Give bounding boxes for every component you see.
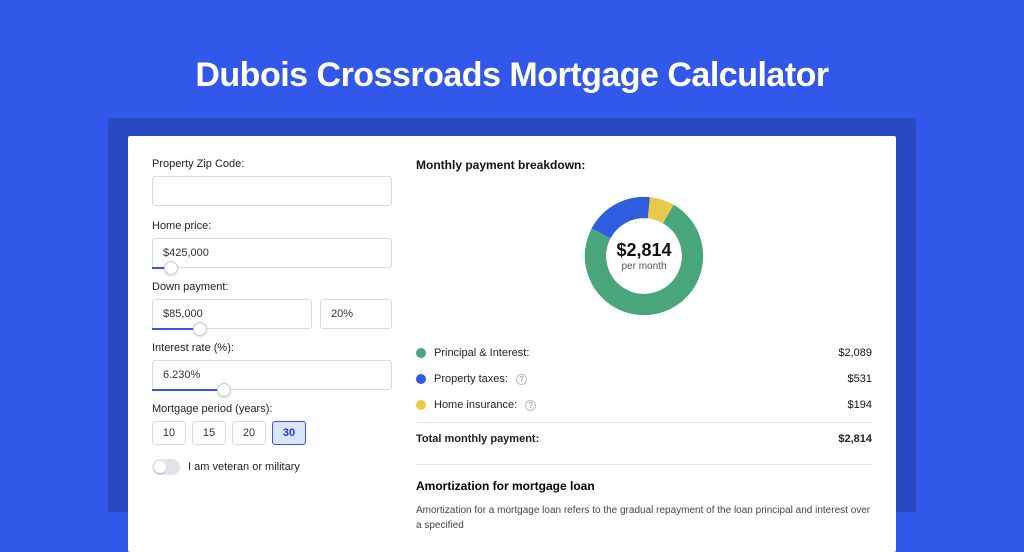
veteran-label: I am veteran or military [188, 461, 300, 473]
legend-label: Home insurance: [434, 399, 517, 411]
amortization-title: Amortization for mortgage loan [416, 479, 872, 493]
period-options: 10152030 [152, 421, 392, 445]
total-value: $2,814 [838, 433, 872, 445]
legend-row-0: Principal & Interest: $2,089 [416, 340, 872, 366]
interest-rate-label: Interest rate (%): [152, 342, 392, 354]
donut-chart-wrap: $2,814 per month [416, 184, 872, 340]
page-title: Dubois Crossroads Mortgage Calculator [0, 0, 1024, 95]
home-price-slider-thumb[interactable] [164, 261, 178, 275]
interest-rate-input[interactable] [152, 360, 392, 390]
total-label: Total monthly payment: [416, 433, 539, 445]
period-option-15[interactable]: 15 [192, 421, 226, 445]
legend-row-2: Home insurance:? $194 [416, 392, 872, 418]
legend-value: $194 [848, 399, 872, 411]
home-price-input[interactable] [152, 238, 392, 268]
zip-block: Property Zip Code: [152, 158, 392, 206]
period-option-20[interactable]: 20 [232, 421, 266, 445]
zip-label: Property Zip Code: [152, 158, 392, 170]
period-label: Mortgage period (years): [152, 403, 392, 415]
home-price-block: Home price: [152, 220, 392, 268]
zip-input[interactable] [152, 176, 392, 206]
period-block: Mortgage period (years): 10152030 [152, 403, 392, 445]
veteran-row: I am veteran or military [152, 459, 392, 475]
donut-chart: $2,814 per month [580, 192, 708, 320]
down-payment-input[interactable] [152, 299, 312, 329]
down-payment-block: Down payment: [152, 281, 392, 329]
donut-center-label: per month [621, 261, 666, 272]
down-payment-slider-thumb[interactable] [193, 322, 207, 336]
period-option-30[interactable]: 30 [272, 421, 306, 445]
down-payment-pct-input[interactable] [320, 299, 392, 329]
legend-dot-green [416, 348, 426, 358]
legend-dot-yellow [416, 400, 426, 410]
interest-rate-block: Interest rate (%): [152, 342, 392, 390]
legend-dot-blue [416, 374, 426, 384]
home-price-label: Home price: [152, 220, 392, 232]
breakdown-column: Monthly payment breakdown: $2,814 per mo… [416, 158, 872, 552]
legend-label: Principal & Interest: [434, 347, 529, 359]
form-column: Property Zip Code: Home price: Down paym… [152, 158, 392, 552]
interest-rate-slider-fill [152, 389, 224, 391]
info-icon[interactable]: ? [525, 400, 536, 411]
interest-rate-slider-thumb[interactable] [217, 383, 231, 397]
breakdown-title: Monthly payment breakdown: [416, 158, 872, 172]
down-payment-label: Down payment: [152, 281, 392, 293]
legend-label: Property taxes: [434, 373, 508, 385]
info-icon[interactable]: ? [516, 374, 527, 385]
legend-value: $531 [848, 373, 872, 385]
legend: Principal & Interest: $2,089 Property taxe… [416, 340, 872, 465]
amortization-body: Amortization for a mortgage loan refers … [416, 503, 872, 533]
legend-row-1: Property taxes:? $531 [416, 366, 872, 392]
legend-value: $2,089 [838, 347, 872, 359]
calculator-card: Property Zip Code: Home price: Down paym… [128, 136, 896, 552]
veteran-toggle[interactable] [152, 459, 180, 475]
legend-total-row: Total monthly payment: $2,814 [416, 422, 872, 452]
donut-center-value: $2,814 [616, 240, 671, 261]
period-option-10[interactable]: 10 [152, 421, 186, 445]
